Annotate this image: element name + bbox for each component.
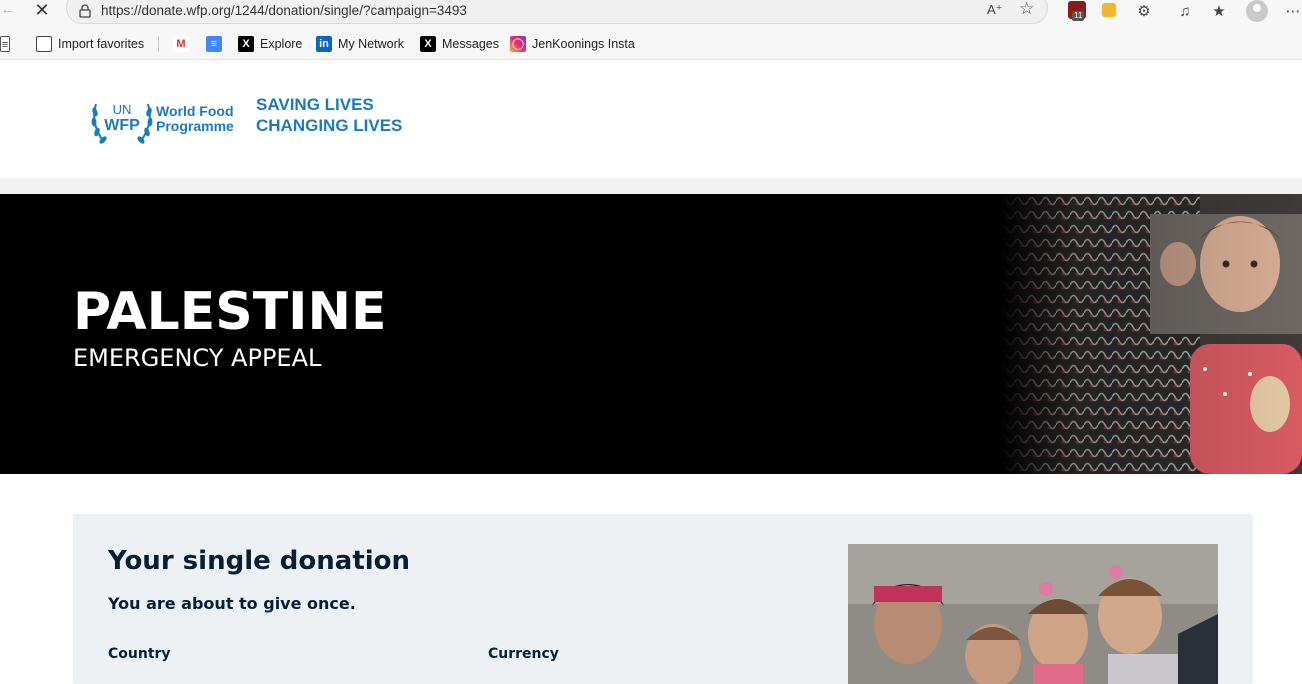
currency-label: Currency <box>488 646 559 662</box>
donation-subtitle: You are about to give once. <box>108 594 356 613</box>
children-eating-photo <box>848 544 1218 684</box>
hero-title: PALESTINE <box>73 282 387 342</box>
favorite-explore[interactable]: X Explore <box>238 35 302 53</box>
stop-loading-icon[interactable]: ✕ <box>32 0 52 22</box>
more-menu-icon[interactable]: ⋯ <box>1282 1 1302 23</box>
url-text[interactable]: https://donate.wfp.org/1244/donation/sin… <box>101 3 467 18</box>
x-icon: X <box>420 36 436 52</box>
favorite-label: Import favorites <box>58 37 145 51</box>
logo-name-line2: Programme <box>156 118 234 134</box>
favorites-list-icon[interactable]: ★ <box>1208 1 1230 23</box>
logo-un: UN <box>113 102 132 117</box>
extensions-puzzle-icon[interactable]: ⚙ <box>1133 1 1155 23</box>
hero-child-photo <box>1000 194 1302 474</box>
browser-toolbar: ← ✕ https://donate.wfp.org/1244/donation… <box>0 0 1302 26</box>
favorites-collapse-icon[interactable]: ≡ <box>0 35 16 53</box>
favorite-label: Explore <box>260 37 303 51</box>
extension-yellow-icon[interactable] <box>1102 3 1116 17</box>
extension-badge-count: 11 <box>1072 11 1085 21</box>
hero-subtitle: EMERGENCY APPEAL <box>73 344 322 372</box>
media-control-icon[interactable]: ♫ <box>1174 1 1196 23</box>
extension-badge-icon[interactable]: 11 <box>1068 1 1086 21</box>
logo-name-line1: World Food <box>156 103 234 119</box>
address-bar[interactable]: https://donate.wfp.org/1244/donation/sin… <box>66 0 1048 24</box>
add-favorite-star-icon[interactable]: ☆ <box>1019 0 1034 19</box>
favorites-bar: ≡ Import favorites M ≡ X Explore in My N… <box>0 26 1302 60</box>
favorite-docs[interactable]: ≡ <box>206 35 228 53</box>
back-icon[interactable]: ← <box>0 0 18 22</box>
site-header: UN WFP World Food Programme SAVING LIVES… <box>0 60 1302 178</box>
import-icon <box>36 36 52 52</box>
instagram-icon: ◯ <box>510 36 526 52</box>
donation-panel: Your single donation You are about to gi… <box>73 514 1253 684</box>
favorite-my-network[interactable]: in My Network <box>316 35 404 53</box>
favorite-gmail[interactable]: M <box>173 35 195 53</box>
x-icon: X <box>238 36 254 52</box>
favorite-label: JenKoonings Insta <box>532 37 635 51</box>
favorites-separator <box>158 36 159 52</box>
gmail-icon: M <box>173 36 189 52</box>
read-aloud-icon[interactable]: A⁺ <box>987 2 1003 18</box>
donation-title: Your single donation <box>108 546 411 576</box>
favorite-import[interactable]: Import favorites <box>36 35 144 53</box>
logo-wfp: WFP <box>104 117 140 134</box>
favorite-label: Messages <box>442 37 499 51</box>
hero-banner: PALESTINE EMERGENCY APPEAL <box>0 194 1302 474</box>
country-label: Country <box>108 646 171 662</box>
lock-icon <box>79 4 91 18</box>
tagline-line2: CHANGING LIVES <box>256 116 403 135</box>
profile-avatar[interactable] <box>1246 0 1268 22</box>
wfp-logo[interactable]: UN WFP World Food Programme <box>90 94 240 148</box>
favorite-jenkoonings-insta[interactable]: ◯ JenKoonings Insta <box>510 35 635 53</box>
tagline: SAVING LIVES CHANGING LIVES <box>256 94 402 136</box>
favorite-label: My Network <box>338 37 404 51</box>
linkedin-icon: in <box>316 36 332 52</box>
tagline-line1: SAVING LIVES <box>256 95 374 114</box>
docs-icon: ≡ <box>206 36 222 52</box>
favorite-messages[interactable]: X Messages <box>420 35 499 53</box>
header-divider <box>0 178 1302 194</box>
